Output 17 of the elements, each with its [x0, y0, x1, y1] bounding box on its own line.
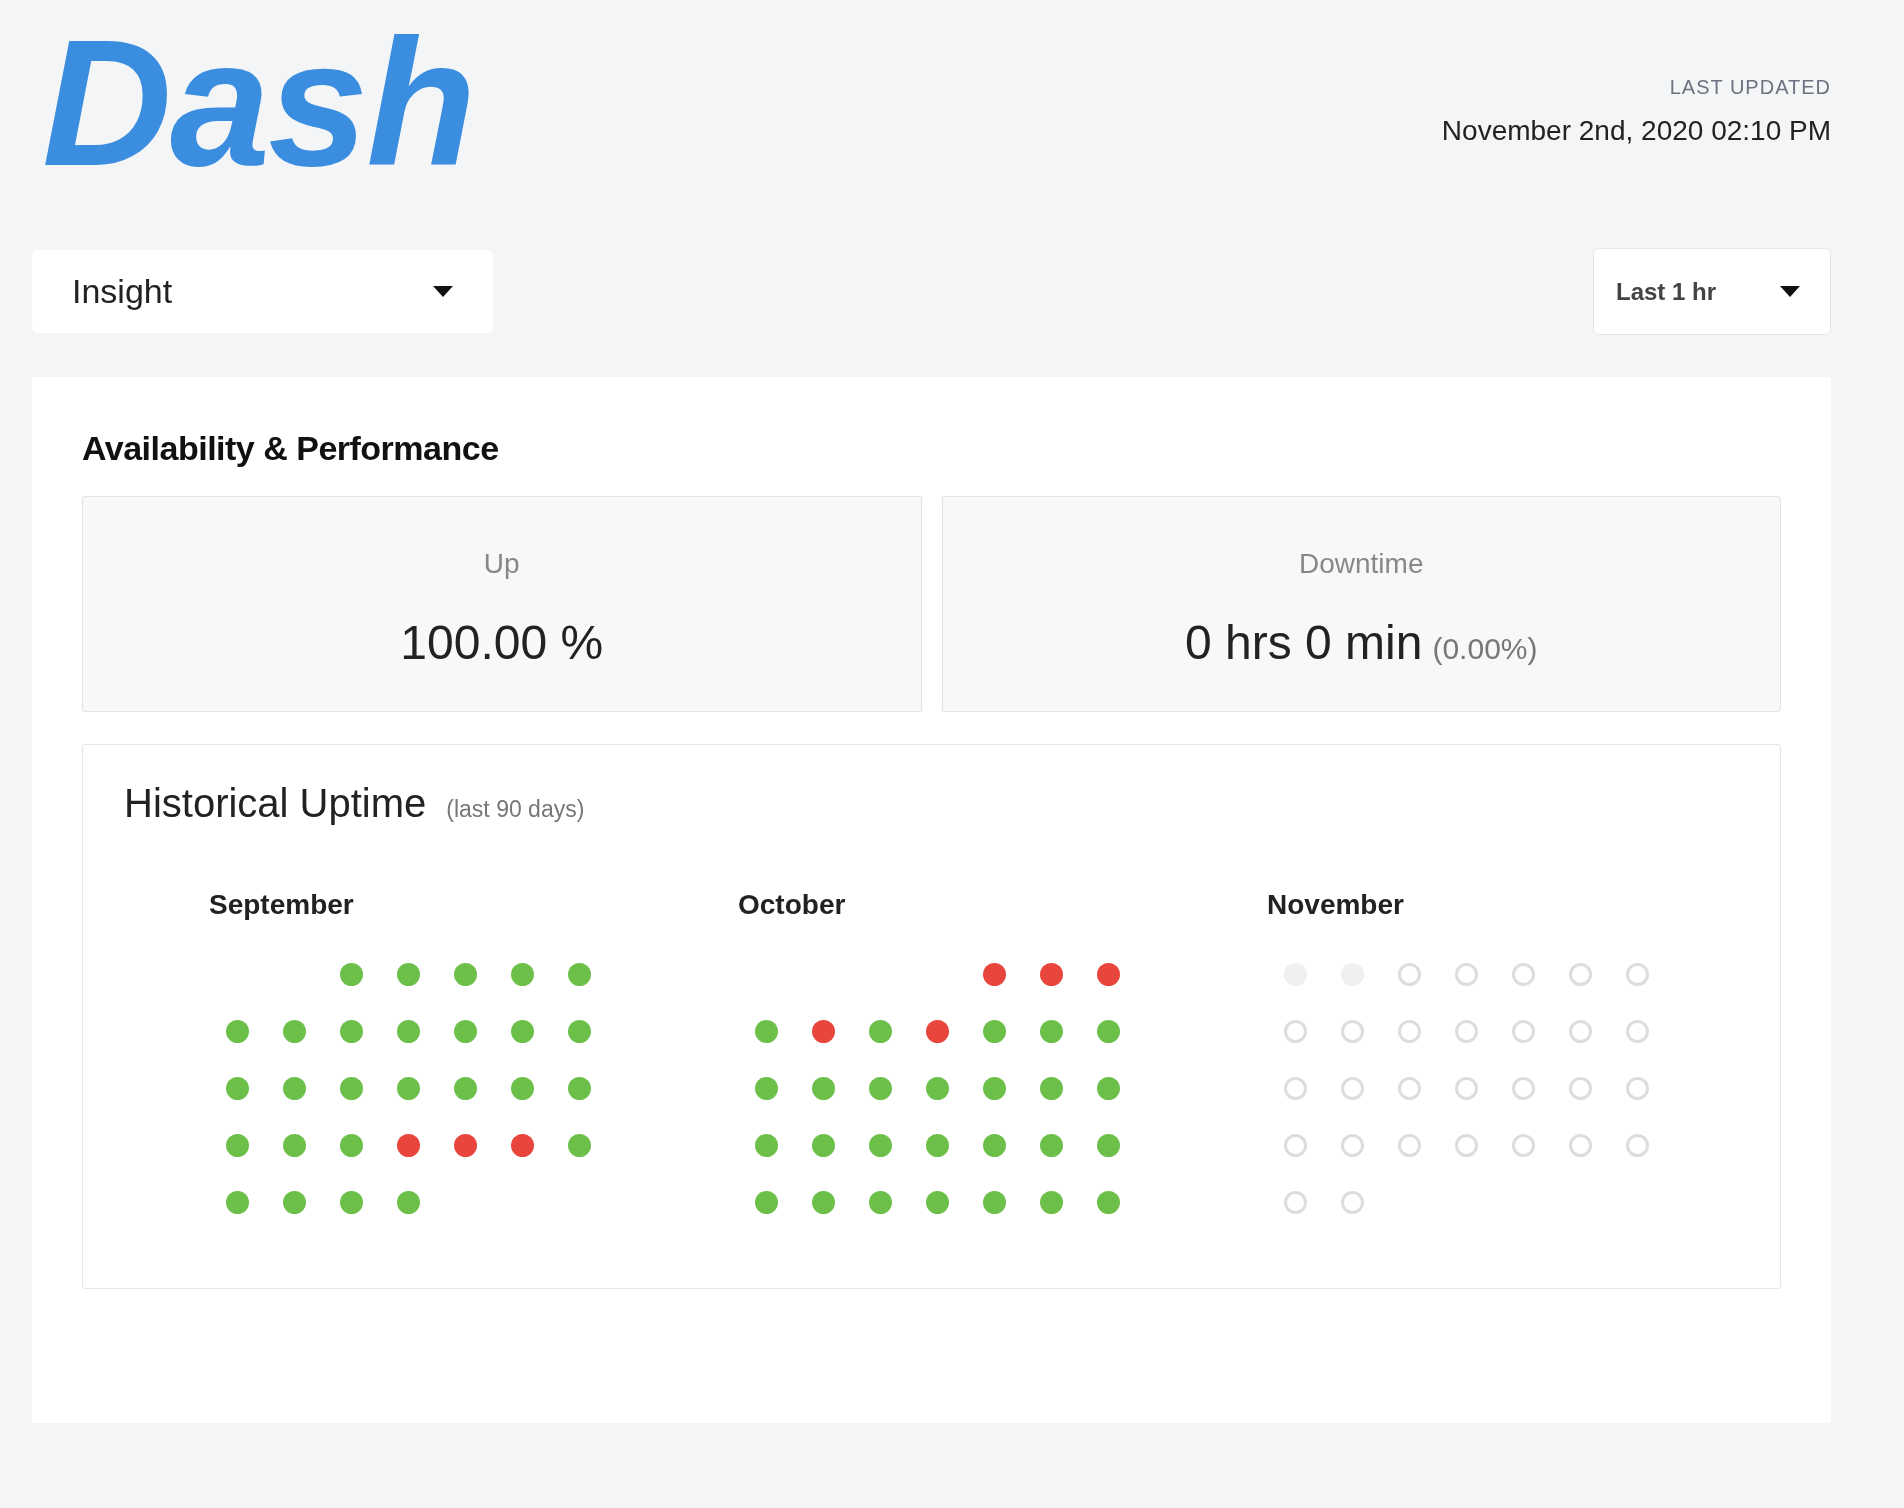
stat-value: 0 hrs 0 min	[1185, 615, 1423, 671]
last-updated-label: LAST UPDATED	[1669, 75, 1831, 100]
section-title: Availability & Performance	[82, 428, 500, 469]
caret-icon	[1780, 286, 1800, 297]
time-range-dropdown[interactable]: Last 1 hr	[1593, 248, 1831, 335]
service-dropdown[interactable]: Insight	[32, 250, 493, 333]
stat-percentage: (0.00%)	[1432, 631, 1538, 667]
month-name: September	[209, 888, 355, 922]
stat-label: Downtime	[1299, 547, 1424, 581]
last-updated-time: November 2nd, 2020 02:10 PM	[1441, 114, 1831, 148]
caret-icon	[433, 286, 453, 297]
stat-value: 100.00 %	[400, 615, 604, 671]
month-name: October	[738, 888, 847, 922]
historical-uptime-subtitle: (last 90 days)	[446, 795, 585, 824]
month-name: November	[1267, 888, 1405, 922]
stat-label: Up	[483, 547, 520, 581]
historical-uptime-title: Historical Uptime	[124, 780, 427, 827]
